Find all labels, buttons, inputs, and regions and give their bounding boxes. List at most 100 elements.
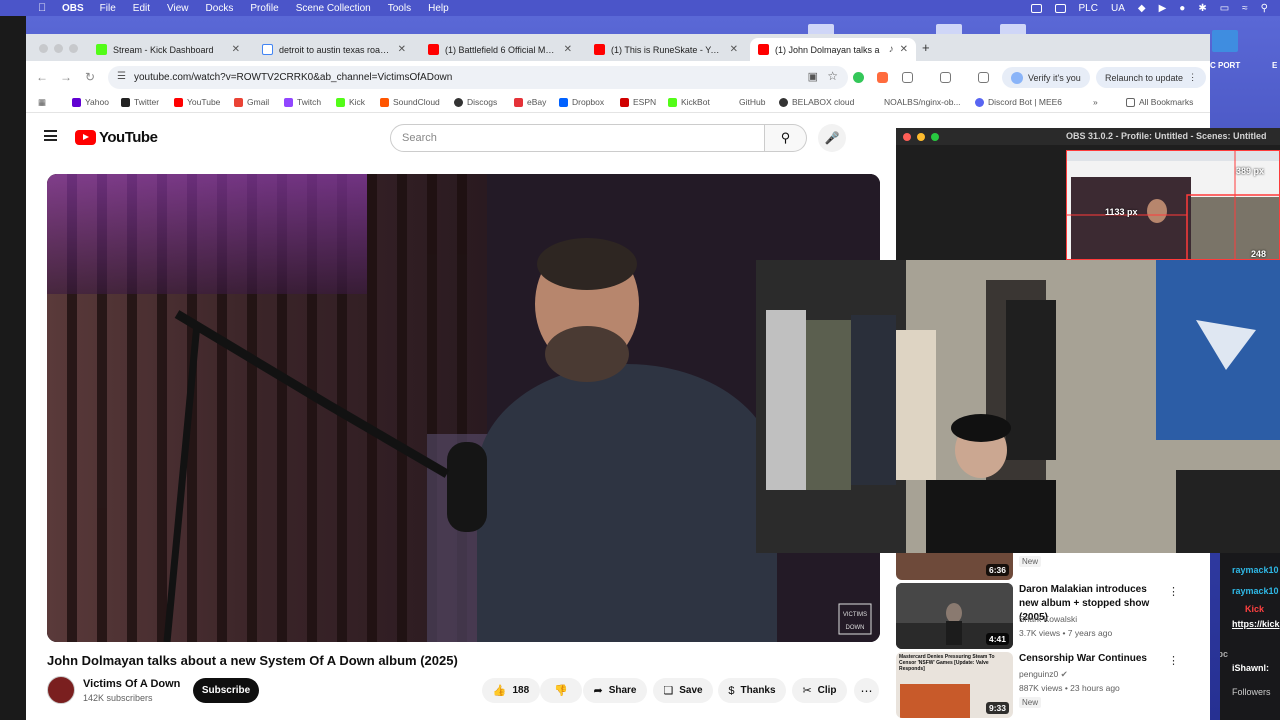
close-icon[interactable]: ✕ [232, 44, 240, 55]
recommendation-channel[interactable]: Shark Kowalski [1019, 614, 1077, 624]
forward-icon[interactable]: → [60, 70, 72, 84]
bluetooth-icon[interactable]: ✱ [1198, 3, 1206, 14]
chat-link[interactable]: https://kick [1232, 619, 1280, 629]
browser-tab[interactable]: Stream - Kick Dashboard ✕ [88, 38, 248, 61]
status-icon[interactable] [1030, 3, 1042, 13]
close-icon[interactable]: ✕ [398, 44, 406, 55]
search-button[interactable]: ⚲ [765, 124, 807, 152]
window-zoom-button[interactable] [931, 133, 939, 141]
window-minimize-button[interactable] [917, 133, 925, 141]
media-controls-icon[interactable] [978, 72, 989, 83]
extension-icon[interactable] [877, 72, 888, 83]
bookmark-twitch[interactable]: Twitch [284, 97, 321, 107]
all-bookmarks-folder[interactable]: All Bookmarks [1126, 97, 1193, 107]
speaker-icon[interactable]: ♪ [889, 44, 894, 55]
bookmark-youtube[interactable]: YouTube [174, 97, 220, 107]
subscribe-button[interactable]: Subscribe [193, 678, 259, 703]
share-button[interactable]: ➦ Share [583, 678, 647, 703]
reload-icon[interactable]: ↻ [85, 70, 95, 84]
voice-search-button[interactable]: 🎤 [818, 124, 846, 152]
bookmark-belabox[interactable]: BELABOX cloud [779, 97, 854, 107]
extension-icon[interactable]: ◆ [1138, 3, 1146, 14]
new-tab-button[interactable]: + [922, 40, 930, 55]
menu-profile[interactable]: Profile [250, 3, 278, 14]
desktop-folder-icon[interactable] [1212, 30, 1238, 52]
youtube-logo[interactable]: YouTube [75, 129, 158, 146]
video-thumbnail[interactable]: 4:41 [896, 583, 1013, 649]
search-input[interactable]: Search [390, 124, 765, 152]
extensions-puzzle-icon[interactable] [902, 72, 913, 83]
tab-search-icon[interactable] [940, 72, 951, 83]
bookmark-kickbot[interactable]: KickBot [668, 97, 710, 107]
recommendation-title[interactable]: Censorship War Continues [1019, 652, 1169, 666]
status-plc[interactable]: PLC [1079, 3, 1098, 14]
browser-tab-active[interactable]: (1) John Dolmayan talks a ♪ ✕ [750, 38, 916, 61]
spotlight-icon[interactable]: ⚲ [1261, 3, 1268, 14]
window-zoom-button[interactable] [69, 44, 78, 53]
menu-file[interactable]: File [100, 3, 116, 14]
bookmark-dropbox[interactable]: Dropbox [559, 97, 604, 107]
browser-tab[interactable]: (1) Battlefield 6 Official Multiplayer ✕ [420, 38, 580, 61]
relaunch-button[interactable]: Relaunch to update ⋮ [1096, 67, 1207, 88]
bookmark-gmail[interactable]: Gmail [234, 97, 269, 107]
bookmark-espn[interactable]: ESPN [620, 97, 656, 107]
menu-app-name[interactable]: OBS [62, 3, 84, 14]
menu-view[interactable]: View [167, 3, 189, 14]
battery-icon[interactable]: ▭ [1220, 3, 1229, 14]
site-info-icon[interactable]: ☰ [117, 71, 126, 82]
menu-scene-collection[interactable]: Scene Collection [296, 3, 371, 14]
close-icon[interactable]: ✕ [900, 44, 908, 55]
bookmark-discogs[interactable]: Discogs [454, 97, 497, 107]
bookmark-kick[interactable]: Kick [336, 97, 365, 107]
recommendation-channel[interactable]: penguinz0 ✔ [1019, 669, 1068, 680]
recommendation-item[interactable]: 4:41 Daron Malakian introduces new album… [896, 583, 1186, 649]
bookmark-soundcloud[interactable]: SoundCloud [380, 97, 440, 107]
bookmark-twitter[interactable]: Twitter [121, 97, 159, 107]
obs-titlebar[interactable]: OBS 31.0.2 - Profile: Untitled - Scenes:… [896, 128, 1280, 145]
menu-help[interactable]: Help [428, 3, 449, 14]
kebab-menu-icon[interactable]: ⋮ [1168, 654, 1179, 667]
browser-tab[interactable]: detroit to austin texas road trip ✕ [254, 38, 414, 61]
chat-username[interactable]: raymack10 [1232, 586, 1279, 596]
close-icon[interactable]: ✕ [730, 44, 738, 55]
recommendation-item[interactable]: Mastercard Denies Pressuring Steam To Ce… [896, 652, 1186, 718]
kebab-menu-icon[interactable]: ⋮ [1168, 585, 1179, 598]
bookmark-star-icon[interactable]: ☆ [827, 69, 838, 83]
close-icon[interactable]: ✕ [564, 44, 572, 55]
wifi-icon[interactable]: ≈ [1242, 3, 1248, 14]
bookmark-noalbs[interactable]: NOALBS/nginx-ob... [871, 97, 961, 107]
window-minimize-button[interactable] [54, 44, 63, 53]
bookmark-ebay[interactable]: eBay [514, 97, 546, 107]
bookmark-github[interactable]: GitHub [726, 97, 765, 107]
obs-preview-canvas[interactable]: 389 px 1133 px 248 px [1066, 150, 1280, 260]
chat-username[interactable]: iShawnl: [1232, 663, 1269, 673]
channel-avatar[interactable] [47, 676, 75, 704]
status-input-source[interactable]: UA [1111, 3, 1125, 14]
channel-name[interactable]: Victims Of A Down [83, 678, 180, 690]
verify-profile-button[interactable]: Verify it's you [1002, 67, 1090, 88]
bookmark-yahoo[interactable]: Yahoo [72, 97, 109, 107]
browser-tab[interactable]: (1) This is RuneSkate - YouTube ✕ [586, 38, 746, 61]
clip-button[interactable]: ✂ Clip [792, 678, 847, 703]
apple-icon[interactable]:  [38, 2, 46, 14]
install-icon[interactable]: ▣ [808, 70, 818, 83]
video-thumbnail[interactable]: Mastercard Denies Pressuring Steam To Ce… [896, 652, 1013, 718]
save-button[interactable]: ❏ Save [653, 678, 713, 703]
back-icon[interactable]: ← [36, 70, 48, 84]
window-close-button[interactable] [903, 133, 911, 141]
chat-username[interactable]: raymack10 [1232, 565, 1279, 575]
window-close-button[interactable] [39, 44, 48, 53]
bookmark-mee6[interactable]: Discord Bot | MEE6 [975, 97, 1062, 107]
status-icon[interactable] [1054, 3, 1066, 13]
apps-grid-icon[interactable]: ▦ [38, 97, 46, 108]
play-icon[interactable]: ▶ [1159, 3, 1167, 14]
thanks-button[interactable]: $ Thanks [718, 678, 786, 703]
hamburger-menu-icon[interactable] [44, 130, 57, 141]
record-icon[interactable]: ● [1179, 3, 1185, 14]
bookmarks-overflow-chevron-icon[interactable]: » [1093, 97, 1098, 107]
menu-edit[interactable]: Edit [133, 3, 150, 14]
extension-icon[interactable] [853, 72, 864, 83]
more-actions-button[interactable]: ⋯ [854, 678, 879, 703]
dislike-button[interactable]: 👎 [540, 678, 582, 703]
menu-tools[interactable]: Tools [388, 3, 411, 14]
